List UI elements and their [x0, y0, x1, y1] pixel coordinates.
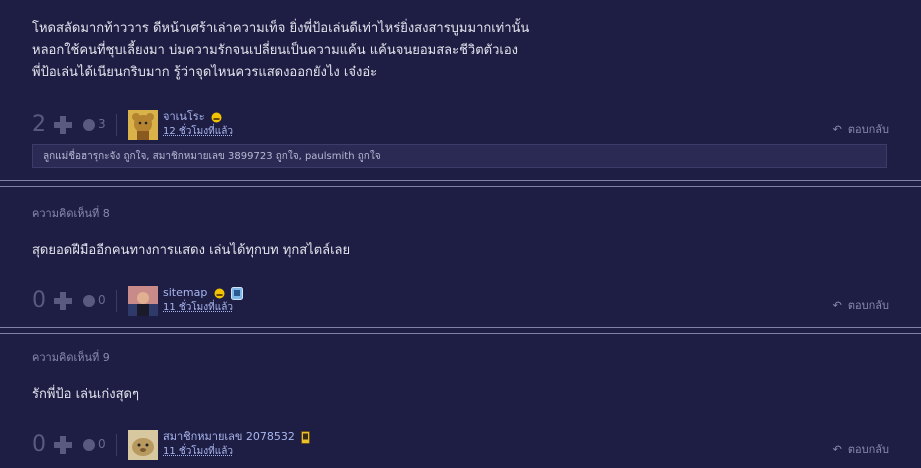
minus-icon[interactable] [83, 119, 95, 131]
timestamp[interactable]: 11 ชั่วโมงที่แล้ว [163, 301, 233, 314]
emoji-badge-icon [214, 288, 225, 298]
plus-icon[interactable] [54, 436, 72, 454]
username-link[interactable]: สมาชิกหมายเลข 2078532 [163, 430, 311, 444]
avatar[interactable] [128, 110, 158, 140]
minus-icon[interactable] [83, 439, 95, 451]
divider [0, 333, 921, 334]
divider [0, 180, 921, 181]
avatar[interactable] [128, 430, 158, 460]
comment-8-footer: 0 0 sitemap 11 ชั่วโมงที่แล้ว ↶ ตอบกลับ [32, 286, 889, 318]
username-link[interactable]: sitemap [163, 286, 244, 300]
username-link[interactable]: จาเนโระ [163, 110, 222, 124]
reply-icon: ↶ [832, 123, 842, 136]
comment-header: ความคิดเห็นที่ 8 [32, 207, 110, 220]
plus-icon[interactable] [54, 116, 72, 134]
reply-icon: ↶ [832, 443, 842, 456]
timestamp[interactable]: 11 ชั่วโมงที่แล้ว [163, 445, 233, 458]
divider [0, 327, 921, 328]
mobile-badge-icon [301, 430, 311, 444]
plus-icon[interactable] [54, 292, 72, 310]
minus-count: 3 [98, 117, 106, 131]
comment-9-body: รักพี่ป้อ เล่นเก่งสุดๆ [32, 387, 139, 402]
comment-8-body: สุดยอดฝีมืออีกคนทางการแสดง เล่นได้ทุกบท … [32, 243, 351, 258]
minus-count: 0 [98, 293, 106, 307]
reply-button[interactable]: ↶ ตอบกลับ [833, 440, 889, 458]
comment-header: ความคิดเห็นที่ 9 [32, 351, 110, 364]
minus-count: 0 [98, 437, 106, 451]
separator [116, 114, 117, 136]
likes-list: ลูกแม่ชื่อฮารุกะจัง ถูกใจ, สมาชิกหมายเลข… [32, 144, 887, 168]
emoji-badge-icon [211, 112, 222, 122]
comment-9-footer: 0 0 สมาชิกหมายเลข 2078532 11 ชั่วโมงที่แ… [32, 430, 889, 462]
mobile-badge-icon [231, 286, 244, 300]
divider [0, 186, 921, 187]
comment-1-body: โหดสลัดมากท้าววาร ดีหน้าเศร้าเล่าความเท็… [32, 21, 530, 80]
minus-icon[interactable] [83, 295, 95, 307]
vote-score: 2 [32, 112, 46, 137]
comment-1-footer: 2 3 จาเนโระ 12 ชั่วโมงที่แล้ว ↶ ตอบกลับ [32, 110, 889, 142]
separator [116, 434, 117, 456]
timestamp[interactable]: 12 ชั่วโมงที่แล้ว [163, 125, 233, 138]
vote-score: 0 [32, 288, 46, 313]
reply-button[interactable]: ↶ ตอบกลับ [833, 296, 889, 314]
reply-button[interactable]: ↶ ตอบกลับ [833, 120, 889, 138]
reply-icon: ↶ [832, 299, 842, 312]
avatar[interactable] [128, 286, 158, 316]
separator [116, 290, 117, 312]
vote-score: 0 [32, 432, 46, 457]
